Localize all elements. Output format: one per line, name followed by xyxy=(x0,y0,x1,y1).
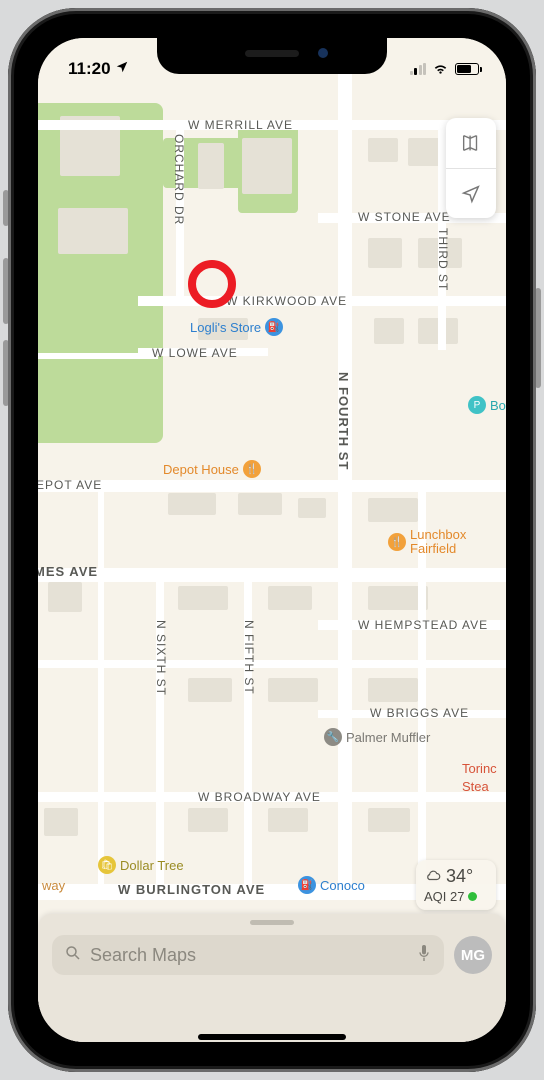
poi-label-1: Torinc xyxy=(462,762,497,776)
search-icon xyxy=(64,944,82,967)
restaurant-icon: 🍴 xyxy=(388,533,406,551)
poi-palmer[interactable]: 🔧 Palmer Muffler xyxy=(324,728,430,746)
poi-conoco[interactable]: ⛽ Conoco xyxy=(298,876,365,894)
street-sixth: N SIXTH ST xyxy=(154,620,168,696)
poi-label: Conoco xyxy=(320,878,365,893)
weather-temp: 34° xyxy=(446,866,473,887)
avatar-initials: MG xyxy=(461,947,485,964)
auto-icon: 🔧 xyxy=(324,728,342,746)
gas-icon: ⛽ xyxy=(298,876,316,894)
street-merrill: W MERRILL AVE xyxy=(188,118,293,132)
search-placeholder: Search Maps xyxy=(90,945,196,966)
street-orchard: ORCHARD DR xyxy=(172,134,186,225)
poi-label: Logli's Store xyxy=(190,320,261,335)
cellular-signal-icon xyxy=(410,63,427,75)
street-ames: MES AVE xyxy=(38,564,98,579)
status-time: 11:20 xyxy=(68,59,129,79)
search-input[interactable]: Search Maps xyxy=(52,935,444,975)
poi-label: Depot House xyxy=(163,462,239,477)
weather-badge[interactable]: 34° AQI 27 xyxy=(416,860,496,910)
poi-depot-house[interactable]: Depot House 🍴 xyxy=(163,460,261,478)
aqi-dot-icon xyxy=(468,892,477,901)
street-fifth: N FIFTH ST xyxy=(242,620,256,695)
map-controls xyxy=(446,118,496,218)
search-sheet[interactable]: Search Maps MG xyxy=(38,914,506,1042)
location-icon xyxy=(115,59,129,78)
street-depot: EPOT AVE xyxy=(38,478,102,492)
home-indicator[interactable] xyxy=(198,1034,346,1040)
poi-label-1: Lunchbox xyxy=(410,528,466,542)
street-broadway: W BROADWAY AVE xyxy=(198,790,321,804)
poi-dollar-tree[interactable]: 🛍 Dollar Tree xyxy=(98,856,184,874)
wifi-icon xyxy=(432,59,449,79)
poi-way[interactable]: way xyxy=(42,878,65,893)
poi-label: Bo xyxy=(490,398,506,413)
phone-frame: 11:20 xyxy=(0,0,544,1080)
street-kirkwood: W KIRKWOOD AVE xyxy=(226,294,347,308)
street-burlington: W BURLINGTON AVE xyxy=(118,882,265,897)
microphone-icon[interactable] xyxy=(416,943,432,968)
poi-logli[interactable]: Logli's Store ⛽ xyxy=(190,318,283,336)
battery-icon xyxy=(455,63,482,75)
parking-icon: P xyxy=(468,396,486,414)
map-layers-button[interactable] xyxy=(446,118,496,168)
poi-label: way xyxy=(42,878,65,893)
street-briggs: W BRIGGS AVE xyxy=(370,706,469,720)
poi-label-2: Fairfield xyxy=(410,542,466,556)
locate-me-button[interactable] xyxy=(446,168,496,218)
shopping-icon: 🛍 xyxy=(98,856,116,874)
gas-icon: ⛽ xyxy=(265,318,283,336)
poi-label: Palmer Muffler xyxy=(346,730,430,745)
notch xyxy=(157,36,387,74)
cloud-icon xyxy=(424,866,442,887)
restaurant-icon: 🍴 xyxy=(243,460,261,478)
annotation-circle xyxy=(188,260,236,308)
poi-bo[interactable]: P Bo xyxy=(468,396,506,414)
sheet-grabber[interactable] xyxy=(250,920,294,925)
clock-text: 11:20 xyxy=(68,59,111,78)
poi-label-2: Stea xyxy=(462,780,489,794)
street-stone: W STONE AVE xyxy=(358,210,451,224)
street-fourth: N FOURTH ST xyxy=(336,372,351,470)
street-lowe: W LOWE AVE xyxy=(152,346,238,360)
bezel: 11:20 xyxy=(8,8,536,1072)
screen: 11:20 xyxy=(38,38,506,1042)
street-hempstead: W HEMPSTEAD AVE xyxy=(358,618,488,632)
poi-label: Dollar Tree xyxy=(120,858,184,873)
poi-torino[interactable]: Torinc Stea xyxy=(462,762,497,795)
poi-lunchbox[interactable]: 🍴 Lunchbox Fairfield xyxy=(388,528,466,557)
street-third: THIRD ST xyxy=(436,228,450,291)
profile-avatar[interactable]: MG xyxy=(454,936,492,974)
aqi-text: AQI 27 xyxy=(424,889,464,904)
